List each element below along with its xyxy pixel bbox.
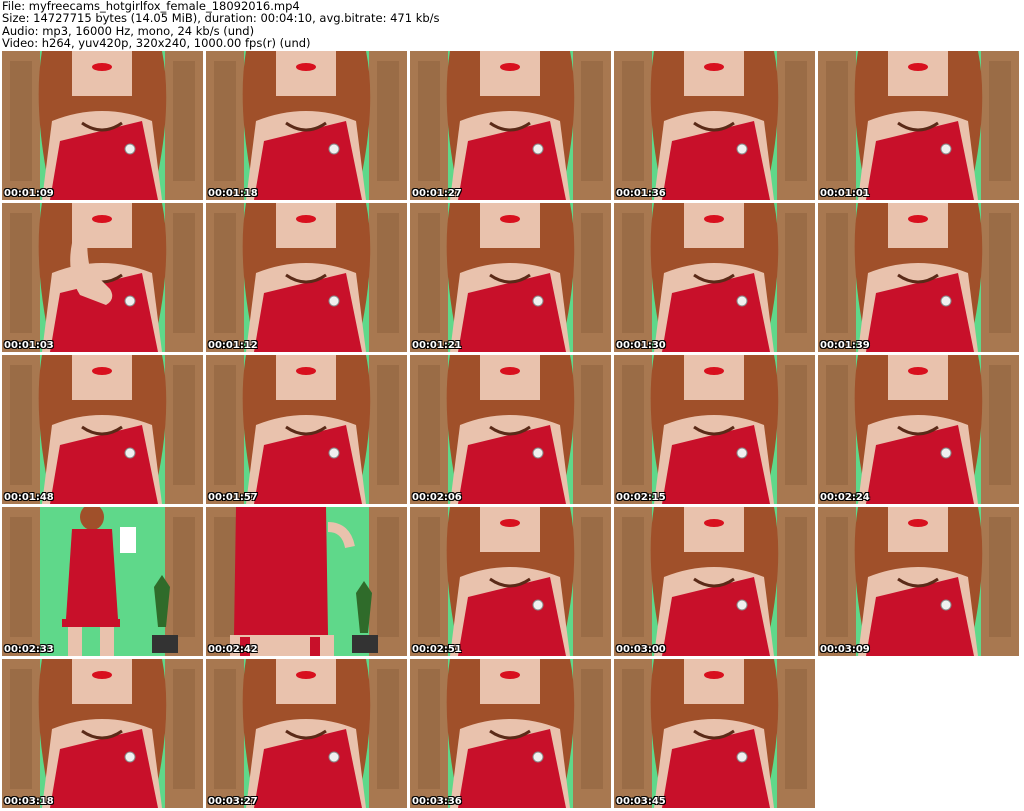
thumbnail-frame-image xyxy=(206,355,407,504)
thumbnail-timestamp: 00:02:42 xyxy=(208,644,258,655)
thumbnail-timestamp: 00:01:21 xyxy=(412,340,462,351)
thumbnail-frame-image xyxy=(2,355,203,504)
file-info-header: File: myfreecams_hotgirlfox_female_18092… xyxy=(2,0,1022,50)
thumbnail-frame-image xyxy=(818,51,1019,200)
thumbnail-frame-image xyxy=(818,203,1019,352)
thumbnail-timestamp: 00:03:00 xyxy=(616,644,666,655)
video-thumbnail: 00:01:57 xyxy=(206,355,407,504)
thumbnail-timestamp: 00:03:18 xyxy=(4,796,54,807)
thumbnail-timestamp: 00:01:48 xyxy=(4,492,54,503)
thumbnail-frame-image xyxy=(818,355,1019,504)
thumbnail-frame-image xyxy=(2,507,203,656)
thumbnail-frame-image xyxy=(2,659,203,808)
thumbnail-timestamp: 00:02:15 xyxy=(616,492,666,503)
thumbnail-frame-image xyxy=(2,203,203,352)
thumbnail-timestamp: 00:03:09 xyxy=(820,644,870,655)
video-thumbnail: 00:01:18 xyxy=(206,51,407,200)
video-thumbnail: 00:01:39 xyxy=(818,203,1019,352)
video-thumbnail: 00:03:09 xyxy=(818,507,1019,656)
video-thumbnail: 00:02:24 xyxy=(818,355,1019,504)
thumbnail-timestamp: 00:01:01 xyxy=(820,188,870,199)
video-thumbnail: 00:01:48 xyxy=(2,355,203,504)
thumbnail-frame-image xyxy=(614,659,815,808)
thumbnail-timestamp: 00:01:30 xyxy=(616,340,666,351)
thumbnail-frame-image xyxy=(410,203,611,352)
thumbnail-timestamp: 00:01:27 xyxy=(412,188,462,199)
thumbnail-frame-image xyxy=(614,507,815,656)
thumbnail-frame-image xyxy=(410,659,611,808)
video-thumbnail: 00:02:15 xyxy=(614,355,815,504)
thumbnail-frame-image xyxy=(206,507,407,656)
video-thumbnail: 00:03:45 xyxy=(614,659,815,808)
video-thumbnail: 00:03:00 xyxy=(614,507,815,656)
video-thumbnail: 00:01:09 xyxy=(2,51,203,200)
video-thumbnail: 00:01:30 xyxy=(614,203,815,352)
video-thumbnail: 00:03:36 xyxy=(410,659,611,808)
thumbnail-frame-image xyxy=(614,51,815,200)
thumbnail-grid: 00:01:09 00:01:18 00:01:27 00:01:36 00:0… xyxy=(2,51,1022,811)
video-thumbnail: 00:03:18 xyxy=(2,659,203,808)
video-thumbnail: 00:01:27 xyxy=(410,51,611,200)
thumbnail-timestamp: 00:01:03 xyxy=(4,340,54,351)
thumbnail-frame-image xyxy=(206,51,407,200)
thumbnail-timestamp: 00:01:57 xyxy=(208,492,258,503)
video-thumbnail: 00:02:06 xyxy=(410,355,611,504)
video-info-line: Video: h264, yuv420p, 320x240, 1000.00 f… xyxy=(2,35,311,50)
video-thumbnail: 00:03:27 xyxy=(206,659,407,808)
thumbnail-frame-image xyxy=(206,659,407,808)
video-thumbnail: 00:02:51 xyxy=(410,507,611,656)
thumbnail-timestamp: 00:03:36 xyxy=(412,796,462,807)
video-thumbnail: 00:01:12 xyxy=(206,203,407,352)
thumbnail-frame-image xyxy=(2,51,203,200)
thumbnail-frame-image xyxy=(410,507,611,656)
video-thumbnail: 00:02:33 xyxy=(2,507,203,656)
thumbnail-frame-image xyxy=(410,355,611,504)
thumbnail-timestamp: 00:02:24 xyxy=(820,492,870,503)
thumbnail-frame-image xyxy=(614,203,815,352)
thumbnail-frame-image xyxy=(410,51,611,200)
video-thumbnail: 00:02:42 xyxy=(206,507,407,656)
thumbnail-frame-image xyxy=(614,355,815,504)
thumbnail-timestamp: 00:02:51 xyxy=(412,644,462,655)
thumbnail-timestamp: 00:01:36 xyxy=(616,188,666,199)
thumbnail-timestamp: 00:02:06 xyxy=(412,492,462,503)
video-thumbnail: 00:01:01 xyxy=(818,51,1019,200)
file-size-line: Size: 14727715 bytes (14.05 MiB), durati… xyxy=(2,11,440,26)
video-thumbnail: 00:01:36 xyxy=(614,51,815,200)
thumbnail-timestamp: 00:03:27 xyxy=(208,796,258,807)
video-thumbnail: 00:01:03 xyxy=(2,203,203,352)
thumbnail-timestamp: 00:01:18 xyxy=(208,188,258,199)
thumbnail-timestamp: 00:02:33 xyxy=(4,644,54,655)
thumbnail-timestamp: 00:03:45 xyxy=(616,796,666,807)
thumbnail-timestamp: 00:01:39 xyxy=(820,340,870,351)
thumbnail-timestamp: 00:01:12 xyxy=(208,340,258,351)
video-thumbnail: 00:01:21 xyxy=(410,203,611,352)
thumbnail-frame-image xyxy=(206,203,407,352)
thumbnail-timestamp: 00:01:09 xyxy=(4,188,54,199)
thumbnail-frame-image xyxy=(818,507,1019,656)
